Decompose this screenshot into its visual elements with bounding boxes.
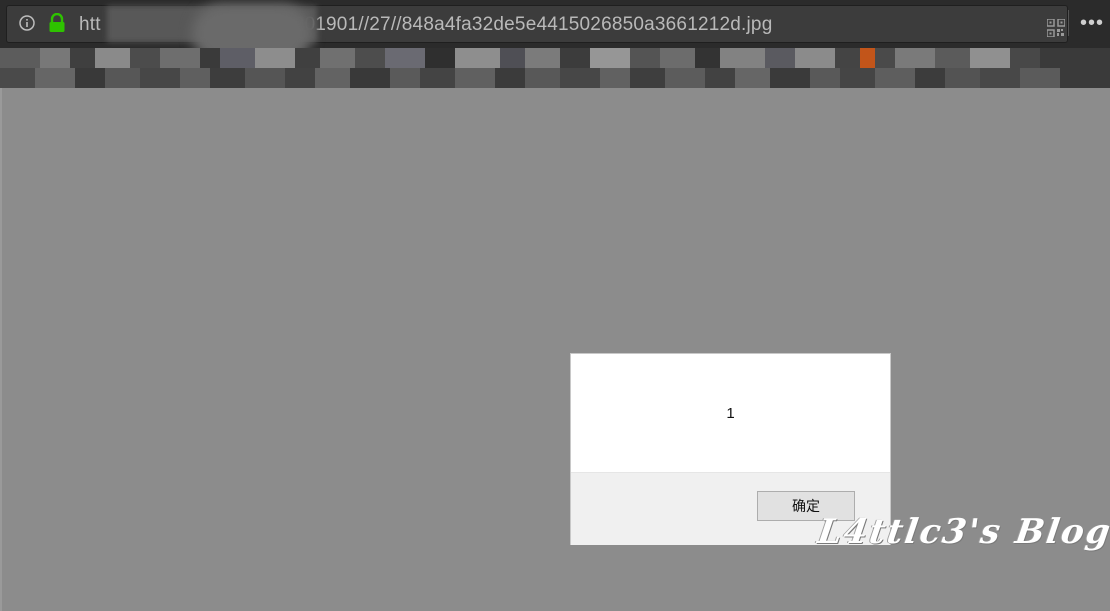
toolbar-divider <box>1068 10 1069 36</box>
qr-code-icon[interactable] <box>1046 18 1066 38</box>
redacted-bookmarks-bar <box>0 48 1110 88</box>
address-bar[interactable]: htt 201901//27//848a4fa32de5e4415026850a3… <box>6 4 1068 64</box>
blog-watermark: L4ttlc3's Blog <box>815 512 1110 552</box>
url-prefix: htt <box>79 14 101 35</box>
alert-message: 1 <box>726 404 735 422</box>
more-icon[interactable]: ••• <box>1080 13 1106 33</box>
browser-toolbar: htt 201901//27//848a4fa32de5e4415026850a3… <box>0 0 1110 64</box>
lock-icon[interactable] <box>48 12 66 33</box>
info-icon[interactable] <box>19 15 35 31</box>
url-suffix: 201901//27//848a4fa32de5e4415026850a3661… <box>293 14 773 35</box>
window-edge <box>0 88 2 611</box>
